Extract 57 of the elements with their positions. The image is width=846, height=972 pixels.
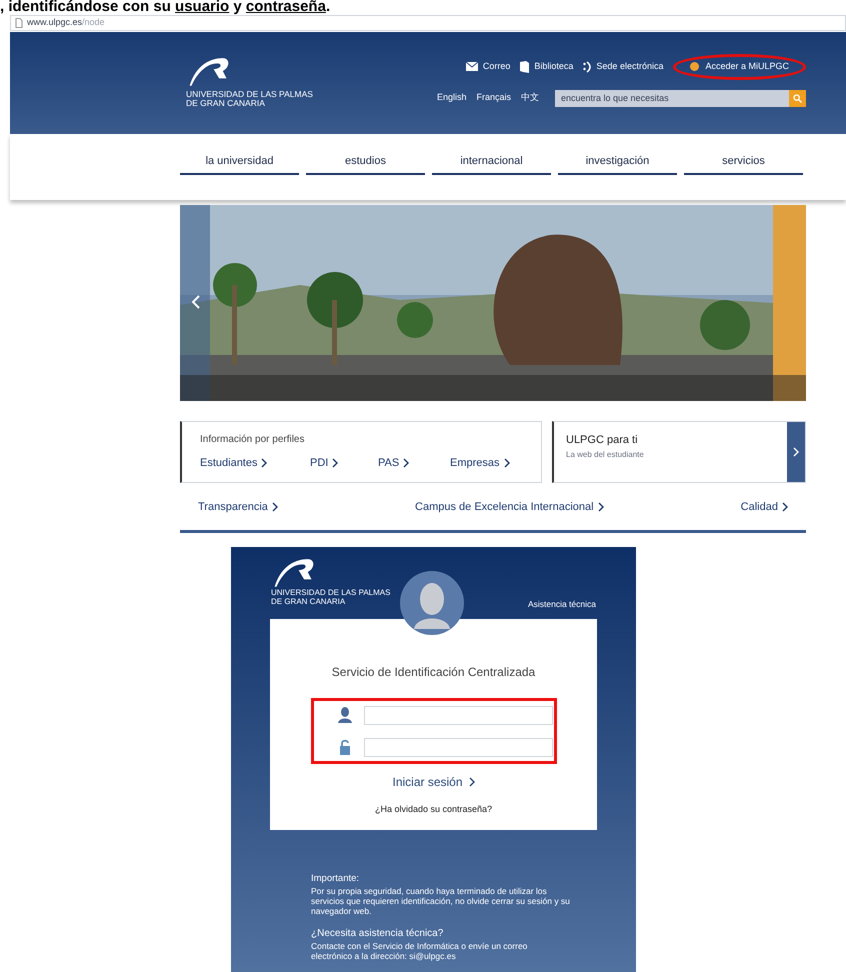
login-title: Servicio de Identificación Centralizada <box>332 664 536 681</box>
password-field[interactable] <box>364 738 552 756</box>
page-icon <box>15 18 23 28</box>
header-link[interactable]: Sede electrónica <box>583 60 664 74</box>
chevron-right-icon <box>332 458 338 468</box>
logo-text: UNIVERSIDAD DE LAS PALMAS DE GRAN CANARIA <box>186 90 313 108</box>
dot-icon <box>690 62 700 72</box>
chevron-right-icon <box>793 447 799 457</box>
chevron-right-icon <box>504 458 510 468</box>
help-text: Contacte con el Servicio de Informática o envíe un correo electrónico a la dirección: si@ulpgc.es <box>311 941 528 962</box>
help-title: ¿Necesita asistencia técnica? <box>311 927 444 942</box>
profile-link[interactable]: PAS <box>378 455 450 472</box>
promo-title: ULPGC para ti <box>566 433 639 448</box>
notice-text: Por su propia seguridad, cuando haya terminado de utilizar los servicios que requieren identificación, no olvide cerrar su sesión y su navegador web. <box>311 886 571 916</box>
language-link[interactable]: 中文 <box>521 91 539 105</box>
header-link[interactable]: Acceder a MiULPGC <box>673 54 806 80</box>
logo-text: UNIVERSIDAD DE LAS PALMAS DE GRAN CANARIA <box>271 589 390 606</box>
mail-icon <box>466 62 478 72</box>
nav-tab[interactable]: servicios <box>684 153 803 175</box>
chevron-right-icon <box>272 502 278 512</box>
login-link[interactable]: Iniciar sesión <box>392 773 475 791</box>
profile-link[interactable]: Empresas <box>450 455 530 472</box>
chevron-right-icon <box>261 458 268 468</box>
header-link[interactable]: Correo <box>466 60 510 74</box>
notice-title: Importante: <box>311 872 360 886</box>
search-field[interactable]: encuentra lo que necesitas <box>555 90 789 106</box>
chevron-left-icon[interactable] <box>192 295 200 309</box>
nav-tab[interactable]: la universidad <box>180 153 299 175</box>
footer-link[interactable]: Campus de Excelencia Internacional <box>415 499 604 530</box>
profile-link[interactable]: PDI <box>310 455 378 472</box>
user-icon <box>338 707 352 723</box>
chevron-right-icon <box>782 502 788 512</box>
language-link[interactable]: English <box>436 91 466 105</box>
nav-tab[interactable]: estudios <box>306 153 425 175</box>
header-link[interactable]: Biblioteca <box>520 60 574 74</box>
nav-tab[interactable]: internacional <box>432 153 551 175</box>
profile-link[interactable]: Estudiantes <box>200 455 310 472</box>
search-button[interactable] <box>789 90 806 106</box>
forgot-password-link[interactable]: ¿Ha olvidado su contraseña? <box>374 803 492 816</box>
chevron-right-icon <box>598 502 604 512</box>
caption-text: , identificándose con su usuario y contraseña. <box>0 0 332 14</box>
search-icon <box>793 94 802 102</box>
footer-link[interactable]: Calidad <box>740 499 788 530</box>
profiles-title: Información por perfiles <box>200 433 306 447</box>
next-button[interactable] <box>787 422 805 482</box>
chevron-right-icon <box>468 777 475 787</box>
book-icon <box>520 60 530 73</box>
nav-tab[interactable]: investigación <box>558 153 677 175</box>
chevron-right-icon <box>403 458 410 468</box>
footer-link[interactable]: Transparencia <box>198 499 278 530</box>
language-link[interactable]: Français <box>476 91 511 105</box>
padlock-icon <box>338 739 350 755</box>
promo-subtitle: La web del estudiante <box>566 448 645 460</box>
smile-icon <box>583 60 592 73</box>
help-link[interactable]: Asistencia técnica <box>528 598 596 611</box>
url-text: www.ulpgc.es/node <box>27 16 105 30</box>
username-field[interactable] <box>364 706 552 724</box>
